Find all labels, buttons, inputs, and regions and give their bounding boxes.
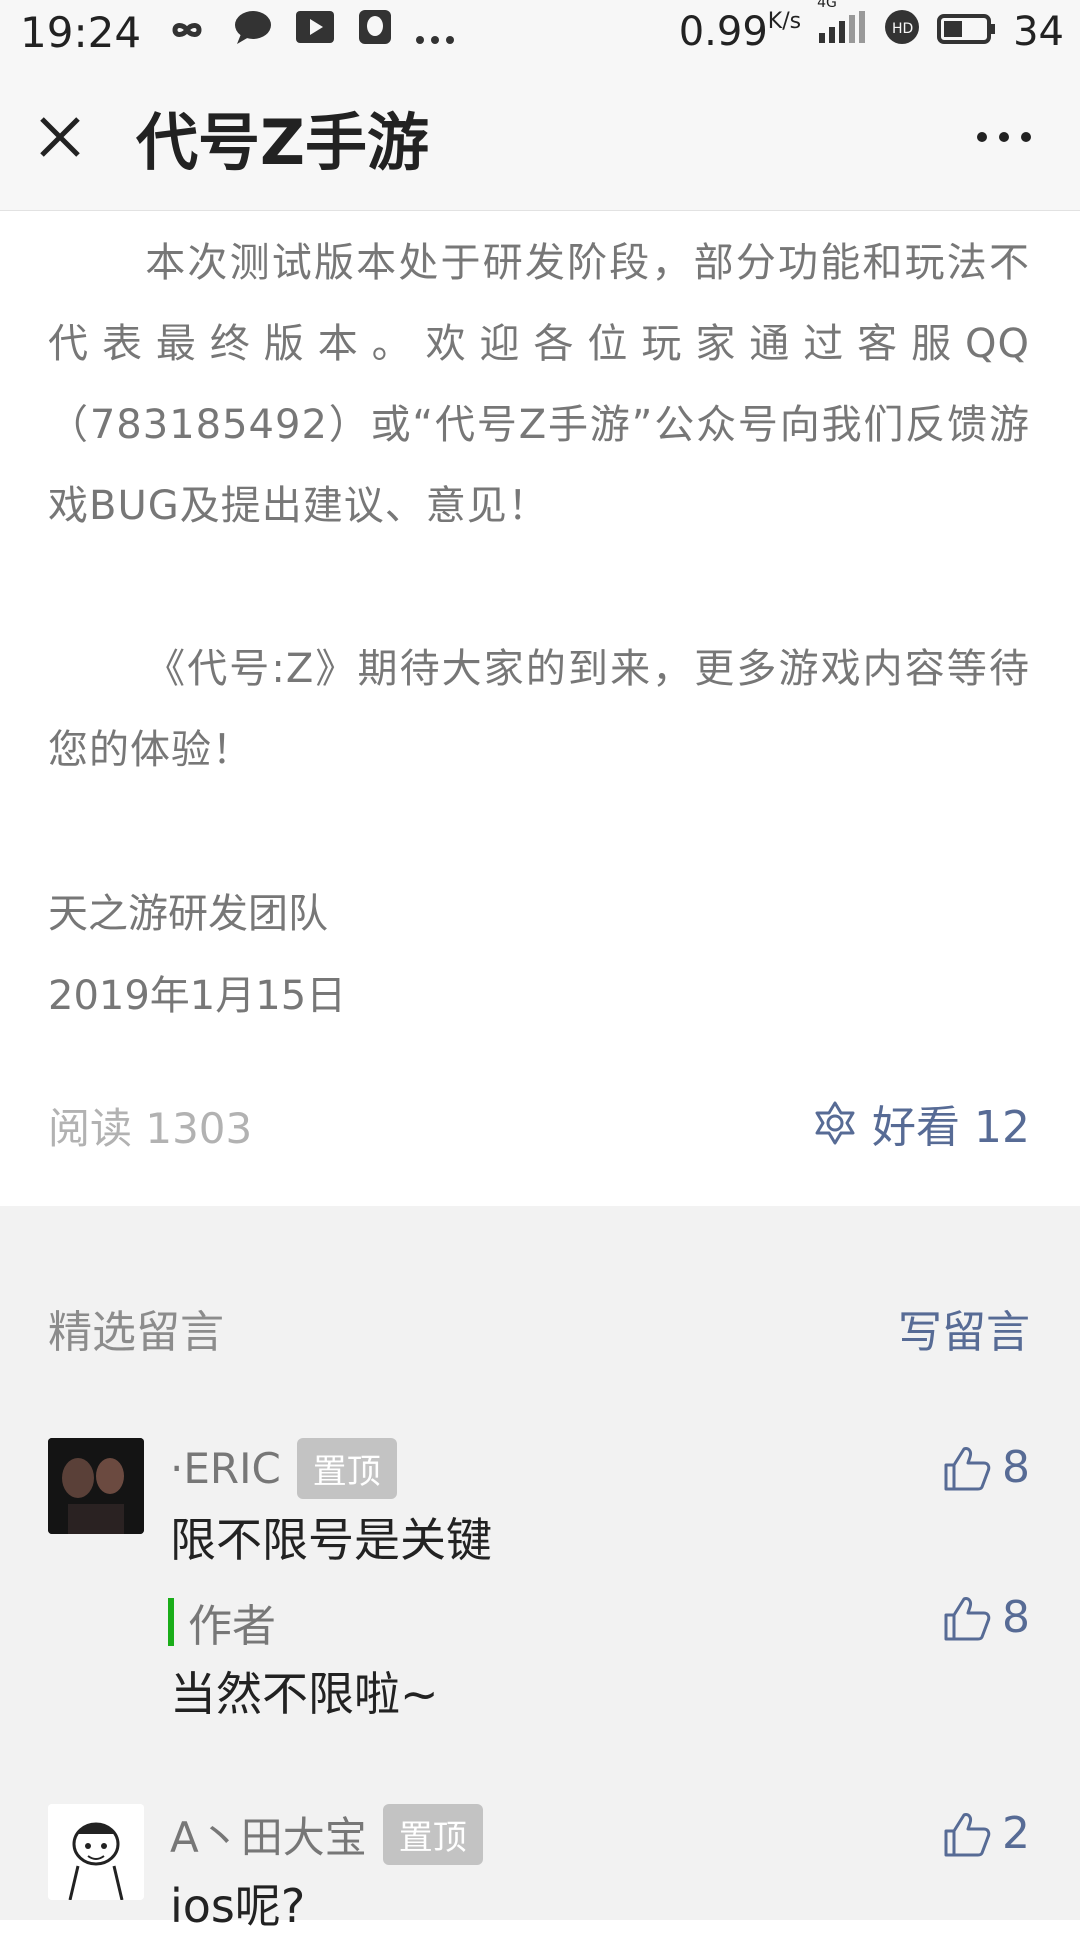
- like-count: 8: [1002, 1442, 1030, 1493]
- comments-section: 精选留言 写留言 ·ERIC 置顶 8 限不限号是关键 作者 8 当然不限啦~ …: [0, 1206, 1080, 1933]
- paragraph-text: 本次测试版本处于研发阶段，部分功能和玩法不代表最终版本。欢迎各位玩家通过客服QQ…: [48, 240, 1030, 529]
- reply-text: 当然不限啦~: [170, 1667, 439, 1721]
- comment-nickname[interactable]: A丶田大宝: [170, 1804, 367, 1865]
- like-count: 8: [1002, 1592, 1030, 1643]
- avatar[interactable]: [48, 1804, 144, 1900]
- close-button[interactable]: [20, 97, 100, 177]
- signature-team: 天之游研发团队: [48, 891, 328, 937]
- more-dots-icon: [415, 9, 455, 55]
- author-reply-label: 作者: [168, 1590, 276, 1654]
- author-marker: [168, 1598, 174, 1646]
- speed-unit: K/s: [767, 9, 802, 34]
- haokan-button[interactable]: 好看 12: [812, 1091, 1030, 1155]
- write-comment-button[interactable]: 写留言: [898, 1296, 1030, 1360]
- pinned-badge: 置顶: [296, 1438, 397, 1499]
- speed-value: 0.99: [678, 9, 768, 55]
- thumbs-up-icon: [944, 1596, 991, 1640]
- page-title: 代号Z手游: [136, 106, 429, 179]
- signal-icon: 4G: [817, 0, 867, 55]
- comment-nickname-row: ·ERIC 置顶: [170, 1438, 397, 1499]
- more-horizontal-icon: [977, 132, 1031, 142]
- comments-title: 精选留言: [48, 1307, 224, 1358]
- battery-icon: [937, 9, 997, 55]
- avatar[interactable]: [48, 1438, 144, 1534]
- title-bar: 代号Z手游: [0, 64, 1080, 211]
- avatar-image: [48, 1804, 144, 1900]
- signature-date: 2019年1月15日: [48, 973, 347, 1019]
- reply-like-button[interactable]: 8: [942, 1592, 1030, 1643]
- article-paragraph: 本次测试版本处于研发阶段，部分功能和玩法不代表最终版本。欢迎各位玩家通过客服QQ…: [48, 223, 1030, 547]
- haokan-star-icon: [815, 1101, 855, 1145]
- article-body: 本次测试版本处于研发阶段，部分功能和玩法不代表最终版本。欢迎各位玩家通过客服QQ…: [0, 211, 1080, 1206]
- chat-bubble-icon: [233, 8, 273, 56]
- video-play-icon: [295, 9, 335, 55]
- close-icon: [40, 117, 80, 157]
- hd-call-icon: HD: [883, 8, 921, 56]
- like-count: 2: [1002, 1808, 1030, 1859]
- article-paragraph: 《代号:Z》期待大家的到来，更多游戏内容等待您的体验！: [48, 629, 1030, 791]
- read-count: 阅读 1303: [48, 1104, 253, 1153]
- comment-nickname[interactable]: ·ERIC: [170, 1444, 281, 1493]
- avatar-image: [48, 1438, 144, 1534]
- like-button[interactable]: 2: [942, 1808, 1030, 1859]
- pinned-badge: 置顶: [382, 1804, 483, 1865]
- battery-percent: 34: [1013, 9, 1064, 55]
- paragraph-text: 《代号:Z》期待大家的到来，更多游戏内容等待您的体验！: [48, 646, 1030, 773]
- comment-text: 限不限号是关键: [170, 1513, 492, 1567]
- svg-text:HD: HD: [892, 21, 913, 37]
- network-type: 4G: [817, 0, 837, 11]
- status-bar: 19:24 0.99K/s 4G HD 34: [0, 0, 1080, 64]
- thumbs-up-icon: [944, 1812, 991, 1856]
- more-button[interactable]: [964, 97, 1044, 177]
- infinity-icon: [163, 9, 211, 55]
- thumbs-up-icon: [944, 1446, 991, 1490]
- qq-penguin-icon: [357, 8, 393, 56]
- status-time: 19:24: [20, 7, 142, 57]
- haokan-label: 好看 12: [872, 1102, 1030, 1153]
- author-label: 作者: [188, 1601, 276, 1652]
- comment-text: ios呢?: [170, 1879, 306, 1933]
- comment-nickname-row: A丶田大宝 置顶: [170, 1804, 483, 1865]
- like-button[interactable]: 8: [942, 1442, 1030, 1493]
- network-speed: 0.99K/s: [679, 9, 801, 55]
